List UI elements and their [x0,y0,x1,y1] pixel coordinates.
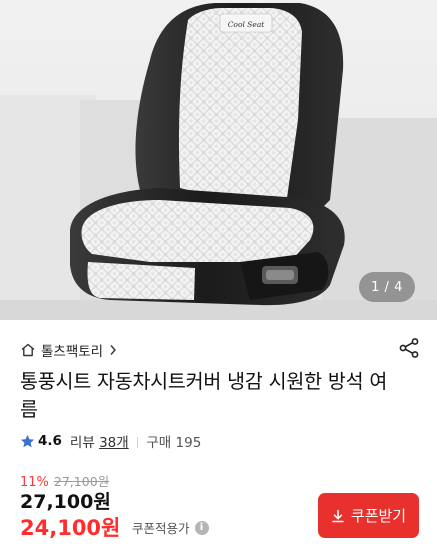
review-label: 리뷰 [69,435,95,451]
star-icon [20,434,35,447]
chevron-right-icon [110,345,117,355]
product-image-gallery[interactable]: Cool Seat 1 / 4 [0,0,437,320]
separator: | [135,434,140,448]
image-pager-indicator: 1 / 4 [359,272,415,302]
get-coupon-button[interactable]: 쿠폰받기 [318,493,419,538]
rating-score: 4.6 [38,433,62,449]
coupon-price: 24,100원 [20,516,121,540]
review-count: 38개 [99,435,129,451]
sale-price: 27,100원 [20,491,111,513]
product-title: 통풍시트 자동차시트커버 냉감 시원한 방석 여름 [20,370,388,421]
review-link[interactable]: 리뷰 38개 [70,431,129,451]
info-icon[interactable]: i [194,520,209,535]
rating-row: 4.6 리뷰 38개 | 구매 195 [20,431,202,451]
coupon-note-label: 쿠폰적용가 [132,521,190,536]
get-coupon-label: 쿠폰받기 [350,508,407,525]
download-icon [332,509,344,522]
purchase-count: 구매 195 [146,435,202,451]
seat-logo-text: Cool Seat [228,20,266,29]
home-icon [21,343,35,357]
coupon-price-note: 쿠폰적용가 i [132,518,209,537]
store-name: 톨츠팩토리 [41,344,104,360]
share-icon[interactable] [398,337,420,359]
store-link[interactable]: 톨츠팩토리 [20,340,117,360]
